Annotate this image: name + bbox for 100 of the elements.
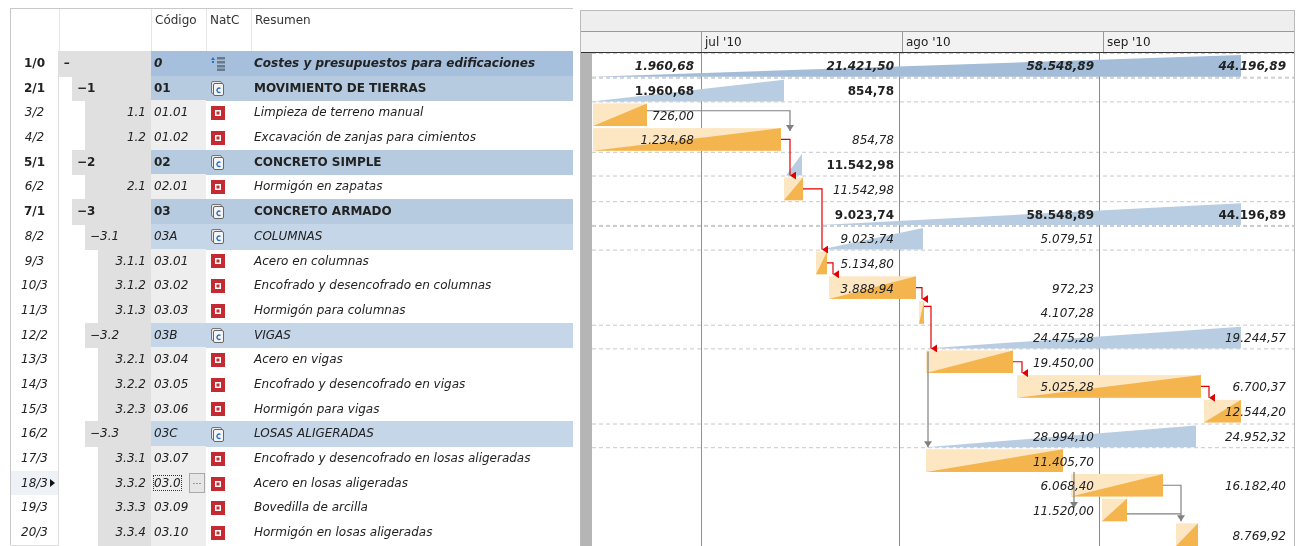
code-cell: 03.04 <box>154 352 189 367</box>
amount-label: 9.023,74 <box>840 232 894 247</box>
summary-cell: Limpieza de terreno manual <box>254 105 424 120</box>
folder-document-icon <box>211 81 224 97</box>
row-header[interactable]: 16/2 <box>11 421 59 447</box>
outline-cell: 2.1 <box>85 174 151 201</box>
summary-cell: Excavación de zanjas para cimientos <box>254 130 476 145</box>
dependency-arrow <box>915 287 928 303</box>
unit-price-icon <box>211 106 225 121</box>
amount-label: 21.421,50 <box>826 59 894 74</box>
outline-cell[interactable]: −3.3 <box>85 421 151 447</box>
folder-document-icon <box>211 155 224 171</box>
outline-cell[interactable]: −2 <box>72 149 151 176</box>
unit-price-icon <box>211 402 225 417</box>
task-bar[interactable] <box>829 276 916 299</box>
summary-cell: VIGAS <box>254 327 291 342</box>
code-cell: 0 <box>154 56 163 70</box>
amount-label: 11.520,00 <box>1032 503 1094 518</box>
outline-cell: 3.1.1 <box>98 248 151 275</box>
unit-price-icon <box>211 130 225 145</box>
code-cell: 03.01 <box>154 253 189 268</box>
unit-price-icon <box>211 377 225 392</box>
code-cell: 03A <box>154 228 178 243</box>
summary-cell: LOSAS ALIGERADAS <box>254 426 374 441</box>
column-header[interactable]: NatC <box>210 13 240 27</box>
row-header[interactable]: 2/1 <box>11 75 59 102</box>
row-header[interactable]: 17/3 <box>11 446 59 472</box>
column-header[interactable]: Resumen <box>255 13 311 27</box>
outline-cell[interactable]: −3.1 <box>85 223 151 250</box>
amount-label: 19.450,00 <box>1032 355 1094 370</box>
summary-cell: CONCRETO SIMPLE <box>254 154 382 169</box>
summary-cell: COLUMNAS <box>254 228 323 243</box>
outline-cell[interactable]: −3 <box>72 199 151 225</box>
summary-cell: Hormigón en zapatas <box>254 179 383 194</box>
outline-cell: 3.1.3 <box>98 297 151 324</box>
code-cell: 03.05 <box>154 376 189 391</box>
amount-label: 9.023,74 <box>834 207 894 222</box>
row-header[interactable]: 4/2 <box>11 125 59 151</box>
outline-cell: 3.3.3 <box>98 495 151 522</box>
outline-cell[interactable]: −3.2 <box>85 322 151 349</box>
unit-price-icon <box>211 180 225 195</box>
amount-label: 24.475,28 <box>1032 331 1094 346</box>
code-cell: 02 <box>154 154 171 169</box>
amount-label: 58.548,89 <box>1026 59 1094 74</box>
row-header[interactable]: 20/3 <box>11 520 59 546</box>
amount-label: 4.107,28 <box>1040 306 1094 321</box>
unit-price-icon <box>211 476 225 491</box>
amount-label: 3.888,94 <box>840 281 894 296</box>
amount-label: 16.182,40 <box>1224 479 1286 494</box>
amount-label: 6.700,37 <box>1232 380 1286 395</box>
outline-cell: 3.2.3 <box>98 396 151 423</box>
unit-price-icon <box>211 279 225 294</box>
folder-document-icon <box>211 204 224 220</box>
unit-price-icon <box>211 451 225 466</box>
row-header[interactable]: 18/3 <box>11 470 59 497</box>
folder-document-icon <box>211 229 224 245</box>
row-header[interactable]: 19/3 <box>11 495 59 522</box>
outline-cell: 3.3.2 <box>98 470 151 497</box>
row-header[interactable]: 15/3 <box>11 396 59 423</box>
code-cell: 01.01 <box>154 105 189 120</box>
summary-cell: Acero en losas aligeradas <box>254 475 408 490</box>
amount-label: 11.542,98 <box>826 158 894 173</box>
code-cell: 03.02 <box>154 278 189 293</box>
row-header[interactable]: 11/3 <box>11 297 59 324</box>
outline-cell[interactable]: −1 <box>72 75 151 102</box>
amount-label: 58.548,89 <box>1026 207 1094 222</box>
amount-label: 44.196,89 <box>1218 207 1286 222</box>
column-header[interactable]: Código <box>155 13 197 27</box>
row-header[interactable]: 10/3 <box>11 273 59 299</box>
edit-button[interactable]: ··· <box>189 472 205 493</box>
amount-label: 5.079,51 <box>1040 232 1094 247</box>
row-header[interactable]: 13/3 <box>11 347 59 373</box>
task-bar[interactable] <box>1017 375 1201 398</box>
dependency-arrow <box>1012 361 1028 378</box>
outline-cell: 3.2.1 <box>98 347 151 373</box>
code-cell: 03.0 <box>154 475 181 490</box>
dependency-arrow <box>780 138 796 180</box>
row-header[interactable]: 7/1 <box>11 199 59 225</box>
row-header[interactable]: 3/2 <box>11 100 59 127</box>
amount-label: 19.244,57 <box>1224 331 1286 346</box>
row-header[interactable]: 14/3 <box>11 371 59 398</box>
outline-cell: 3.2.2 <box>98 371 151 398</box>
row-header[interactable]: 9/3 <box>11 248 59 275</box>
amount-label: 11.542,98 <box>832 182 894 197</box>
row-header[interactable]: 6/2 <box>11 174 59 201</box>
amount-label: 854,78 <box>847 84 894 99</box>
amount-label: 28.994,10 <box>1032 429 1094 444</box>
amount-label: 726,00 <box>652 108 694 123</box>
row-header[interactable]: 5/1 <box>11 149 59 176</box>
unit-price-icon <box>211 254 225 269</box>
month-label: jul '10 <box>705 35 742 49</box>
summary-cell: Costes y presupuestos para edificaciones <box>254 56 536 70</box>
amount-label: 24.952,32 <box>1224 429 1286 444</box>
amount-label: 8.769,92 <box>1232 528 1286 543</box>
code-cell: 03B <box>154 327 178 342</box>
row-header[interactable]: 12/2 <box>11 322 59 349</box>
summary-cell: Hormigón para vigas <box>254 401 380 416</box>
row-header[interactable]: 8/2 <box>11 223 59 250</box>
dependency-arrow <box>826 262 839 279</box>
outline-cell[interactable]: – <box>59 51 151 77</box>
